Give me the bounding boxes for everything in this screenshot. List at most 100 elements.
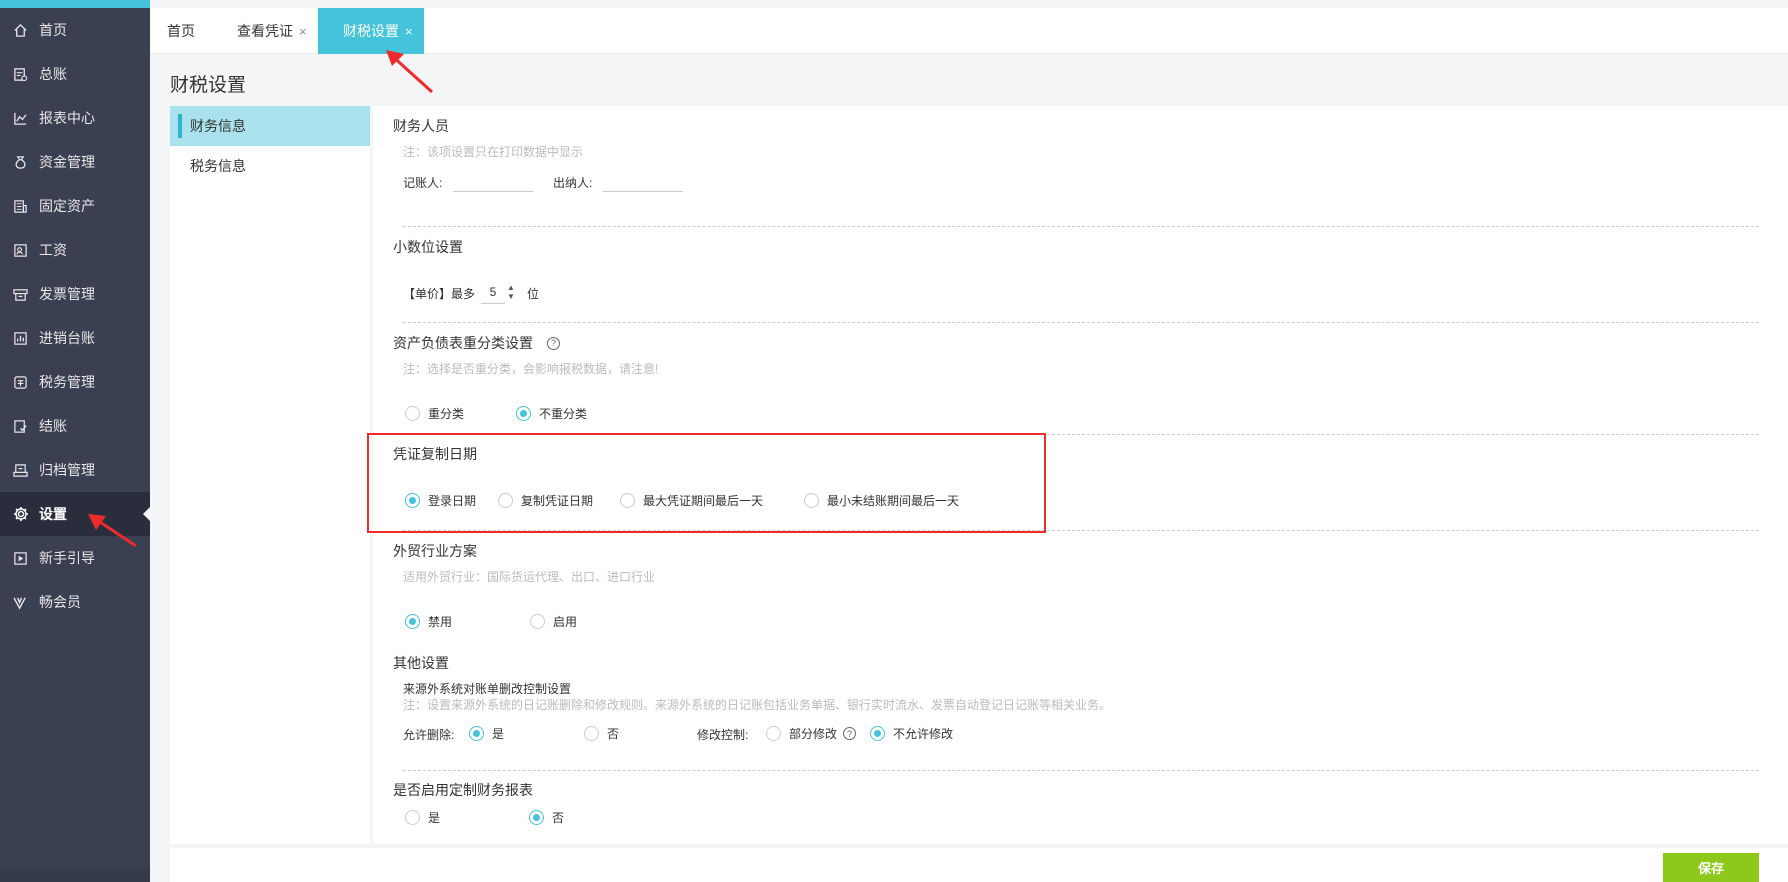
inventory-icon [12,330,29,347]
radio-label: 是 [492,727,505,741]
radio-circle [804,493,819,508]
stepper-down-icon[interactable]: ▼ [507,292,515,301]
radio-circle [405,810,420,825]
radio-allow-delete-no[interactable]: 否 [584,725,619,742]
tab-tax-settings[interactable]: 财税设置 × [318,8,424,54]
save-button[interactable]: 保存 [1663,853,1759,882]
radio-circle [405,614,420,629]
radio-min-open-period-last-day[interactable]: 最小未结账期间最后一天 [804,492,959,509]
section-title-custom-report: 是否启用定制财务报表 [393,782,533,798]
close-icon[interactable]: × [299,24,307,39]
radio-label: 重分类 [428,407,465,421]
radio-custom-report-yes[interactable]: 是 [405,809,440,826]
radio-circle [620,493,635,508]
submenu-item-label: 财务信息 [190,118,246,134]
divider [403,434,1759,435]
sidebar-item-ledger[interactable]: 总账 [0,52,150,96]
tab-label: 首页 [167,23,195,39]
invoice-icon [12,286,29,303]
building-icon [12,198,29,215]
checkout-icon [12,418,29,435]
sidebar-item-guide[interactable]: 新手引导 [0,536,150,580]
radio-circle [405,406,420,421]
cashier-input[interactable] [603,172,683,192]
radio-label: 复制凭证日期 [521,494,594,508]
radio-label: 部分修改 [789,727,838,741]
sidebar-item-reports[interactable]: 报表中心 [0,96,150,140]
sidebar-item-label: 设置 [39,506,67,522]
radio-reclassify[interactable]: 重分类 [405,405,464,422]
stepper-up-icon[interactable]: ▲ [507,283,515,292]
delete-label: 允许删除: [403,728,455,742]
section-title-other: 其他设置 [393,655,449,671]
radio-circle [584,726,599,741]
radio-label: 最小未结账期间最后一天 [827,494,960,508]
radio-no-modify[interactable]: 不允许修改 [870,725,953,742]
sidebar-item-invoices[interactable]: 发票管理 [0,272,150,316]
sidebar-item-settings[interactable]: 设置 [0,492,150,536]
guide-video-icon [12,550,29,567]
divider [403,226,1759,227]
sidebar-item-label: 报表中心 [39,110,95,126]
radio-label: 登录日期 [428,494,477,508]
radio-custom-report-no[interactable]: 否 [529,809,564,826]
sidebar-item-archive[interactable]: 归档管理 [0,448,150,492]
sidebar-item-checkout[interactable]: 结账 [0,404,150,448]
bookkeeper-input[interactable] [453,172,533,192]
decimal-stepper[interactable]: 5 ▲ ▼ [481,280,515,304]
foreign-trade-note: 适用外贸行业：国际货运代理、出口、进口行业 [403,570,656,584]
finance-staff-note: 注：该项设置只在打印数据中显示 [403,145,584,159]
radio-circle [469,726,484,741]
radio-allow-delete-yes[interactable]: 是 [469,725,504,742]
page-title: 财税设置 [170,75,247,96]
divider [403,770,1759,771]
submenu-item-tax-info[interactable]: 税务信息 [170,146,370,186]
close-icon[interactable]: × [405,24,413,39]
other-note: 注：设置来源外系统的日记账删除和修改规则。来源外系统的日记账包括业务单据、银行实… [403,698,1112,712]
tab-home[interactable]: 首页 [167,8,207,54]
help-icon[interactable]: ? [843,727,857,740]
sidebar-item-fixed-assets[interactable]: 固定资产 [0,184,150,228]
decimal-stepper-value[interactable]: 5 [481,280,505,304]
sidebar-item-funds[interactable]: 资金管理 [0,140,150,184]
sidebar-item-label: 发票管理 [39,286,95,302]
radio-circle [766,726,781,741]
radio-circle [405,493,420,508]
sidebar-item-label: 首页 [39,22,67,38]
reclassify-note: 注：选择是否重分类，会影响报税数据，请注意! [403,362,659,376]
radio-circle [530,614,545,629]
sidebar-item-label: 资金管理 [39,154,95,170]
help-icon[interactable]: ? [547,336,560,350]
sidebar-nav: 首页 总账 报表中心 资金管理 固定资产 工资 发票管理 进销台账 税务管理 结… [0,8,150,624]
modify-label: 修改控制: [697,728,749,742]
reclassify-title-text: 资产负债表重分类设置 [393,335,533,351]
radio-label: 否 [607,727,620,741]
sidebar-item-label: 固定资产 [39,198,95,214]
radio-label: 启用 [553,615,578,629]
sidebar-item-sales-ledger[interactable]: 进销台账 [0,316,150,360]
sidebar-item-home[interactable]: 首页 [0,8,150,52]
submenu-item-finance-info[interactable]: 财务信息 [170,106,370,146]
gear-icon [12,506,29,523]
sidebar-item-label: 工资 [39,242,67,258]
radio-label: 否 [552,811,565,825]
tab-view-voucher[interactable]: 查看凭证 × [237,8,317,54]
salary-icon [12,242,29,259]
sidebar-item-label: 结账 [39,418,67,434]
sidebar-item-tax[interactable]: 税务管理 [0,360,150,404]
divider [403,530,1759,531]
sidebar-item-label: 总账 [39,66,67,82]
sidebar-item-vip[interactable]: 畅会员 [0,580,150,624]
radio-partial-modify[interactable]: 部分修改 ? [766,725,857,742]
radio-no-reclassify[interactable]: 不重分类 [516,405,587,422]
settings-content: 财务人员 注：该项设置只在打印数据中显示 记账人: 出纳人: 小数位设置 【单价… [373,106,1788,844]
radio-foreign-trade-enable[interactable]: 启用 [530,613,577,630]
radio-copy-voucher-date[interactable]: 复制凭证日期 [498,492,593,509]
radio-max-period-last-day[interactable]: 最大凭证期间最后一天 [620,492,763,509]
other-subtitle: 来源外系统对账单删改控制设置 [403,682,572,696]
section-title-reclassify: 资产负债表重分类设置 ? [393,333,560,353]
sidebar-item-salary[interactable]: 工资 [0,228,150,272]
radio-foreign-trade-disable[interactable]: 禁用 [405,613,452,630]
footer-bar [170,848,1788,882]
radio-login-date[interactable]: 登录日期 [405,492,476,509]
